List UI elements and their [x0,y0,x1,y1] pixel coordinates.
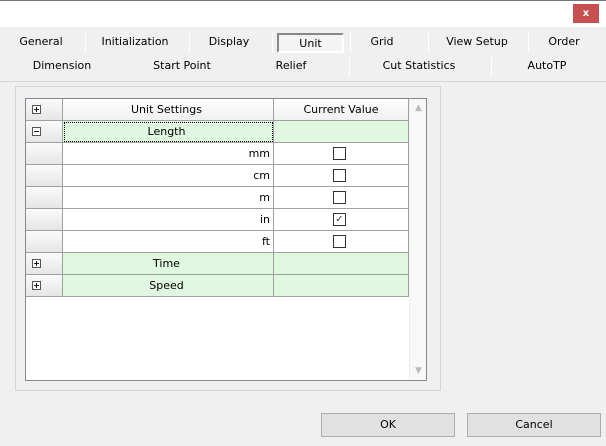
unit-label: cm [63,165,274,187]
row-header[interactable] [26,165,63,187]
group-row-length[interactable]: − Length [26,121,409,143]
tab-view-setup[interactable]: View Setup [446,32,508,52]
tab-separator [349,57,350,77]
close-button[interactable]: x [573,4,599,23]
unit-label: mm [63,143,274,165]
cancel-button[interactable]: Cancel [467,413,601,437]
tab-initialization[interactable]: Initialization [101,32,168,52]
tab-relief[interactable]: Relief [276,56,307,76]
collapse-icon[interactable]: − [32,127,41,136]
expand-icon[interactable]: + [32,281,41,290]
row-header[interactable] [26,143,63,165]
unit-checkbox-m[interactable] [333,191,346,204]
tab-general[interactable]: General [19,32,62,52]
table-row[interactable]: mm [26,143,409,165]
unit-checkbox-in[interactable]: ✓ [333,213,346,226]
title-bar: x [0,1,606,27]
tab-separator [428,33,429,53]
group-label: Length [63,121,274,143]
tab-separator [350,33,351,53]
unit-checkbox-cm[interactable] [333,169,346,182]
group-value [274,275,409,297]
expand-all-icon[interactable]: + [32,105,41,114]
unit-checkbox-ft[interactable] [333,235,346,248]
vertical-scrollbar[interactable]: ▲ ▼ [409,99,426,380]
tab-separator [491,57,492,77]
tab-separator [189,33,190,53]
grid-header: + Unit Settings Current Value [26,99,409,121]
group-value [274,253,409,275]
column-header-unit-settings[interactable]: Unit Settings [63,99,274,121]
group-label: Time [63,253,274,275]
group-row-time[interactable]: + Time [26,253,409,275]
tab-order[interactable]: Order [548,32,579,52]
tab-separator [528,33,529,53]
tab-grid[interactable]: Grid [370,32,393,52]
table-row[interactable]: cm [26,165,409,187]
tab-display[interactable]: Display [209,32,250,52]
group-value [274,121,409,143]
ok-button[interactable]: OK [321,413,455,437]
column-header-current-value[interactable]: Current Value [274,99,409,121]
table-row[interactable]: ft [26,231,409,253]
row-header[interactable] [26,187,63,209]
row-header[interactable] [26,209,63,231]
tab-dimension[interactable]: Dimension [33,56,91,76]
tab-start-point[interactable]: Start Point [153,56,211,76]
row-header[interactable] [26,231,63,253]
unit-settings-grid: + Unit Settings Current Value − Length m… [25,98,427,381]
tab-separator [85,33,86,53]
unit-label: ft [63,231,274,253]
scroll-up-icon[interactable]: ▲ [410,103,427,113]
tab-autotp[interactable]: AutoTP [528,56,567,76]
unit-label: m [63,187,274,209]
tab-unit[interactable]: Unit [277,33,344,53]
group-label: Speed [63,275,274,297]
expand-icon[interactable]: + [32,259,41,268]
table-row[interactable]: in ✓ [26,209,409,231]
group-row-speed[interactable]: + Speed [26,275,409,297]
tab-cut-statistics[interactable]: Cut Statistics [383,56,456,76]
divider [0,81,606,82]
tab-separator [272,33,273,53]
unit-label: in [63,209,274,231]
scroll-down-icon[interactable]: ▼ [410,366,427,376]
table-row[interactable]: m [26,187,409,209]
unit-checkbox-mm[interactable] [333,147,346,160]
